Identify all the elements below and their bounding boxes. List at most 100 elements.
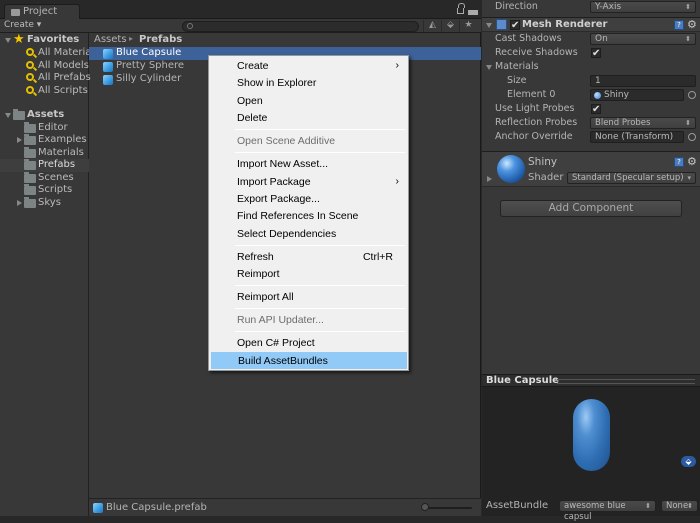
- expand-arrow-icon[interactable]: [17, 137, 22, 143]
- cast-shadows-dropdown[interactable]: On ⬍: [590, 33, 696, 45]
- chevron-down-icon: ▾: [687, 174, 691, 182]
- use-light-probes-checkbox[interactable]: ✔: [591, 104, 601, 115]
- capsule-preview-model[interactable]: [573, 399, 610, 471]
- mesh-renderer-header[interactable]: ✔ Mesh Renderer ? ⚙: [482, 17, 700, 32]
- assetbundle-label: AssetBundle: [486, 500, 549, 511]
- expand-arrow-icon[interactable]: [17, 200, 22, 206]
- dropdown-value: Y-Axis: [595, 2, 622, 12]
- menu-separator: [235, 245, 405, 246]
- menu-item-refresh[interactable]: Refresh Ctrl+R: [211, 249, 407, 266]
- menu-item-open-csharp-project[interactable]: Open C# Project: [211, 335, 407, 352]
- menu-label: Create: [237, 60, 269, 72]
- drag-grip[interactable]: [557, 379, 695, 384]
- preview-title: Blue Capsule: [486, 375, 559, 386]
- folder-icon: [24, 147, 36, 158]
- favorite-label: All Prefabs: [38, 72, 91, 83]
- foldout-arrow-icon[interactable]: [486, 65, 492, 70]
- preview-header[interactable]: Blue Capsule: [482, 374, 700, 387]
- expand-arrow-icon[interactable]: [5, 38, 11, 43]
- menu-item-find-references[interactable]: Find References In Scene: [211, 208, 407, 225]
- menu-item-reimport-all[interactable]: Reimport All: [211, 289, 407, 306]
- field-label: Materials: [495, 61, 539, 72]
- breadcrumb-assets[interactable]: Assets: [94, 34, 127, 45]
- menu-item-show-in-explorer[interactable]: Show in Explorer: [211, 75, 407, 92]
- menu-item-select-dependencies[interactable]: Select Dependencies: [211, 226, 407, 243]
- updown-icon: ⬍: [685, 119, 691, 127]
- foldout-arrow-icon[interactable]: [486, 23, 492, 28]
- tab-project[interactable]: Project: [4, 4, 80, 20]
- assetbundle-name-dropdown[interactable]: awesome blue capsul ⬍: [559, 500, 656, 522]
- reflection-probes-dropdown[interactable]: Blend Probes ⬍: [590, 117, 696, 129]
- component-enabled-checkbox[interactable]: ✔: [510, 20, 520, 31]
- field-label: Receive Shadows: [495, 47, 578, 58]
- favorite-item[interactable]: All Material: [0, 47, 94, 60]
- menu-item-open[interactable]: Open: [211, 93, 407, 110]
- folder-icon: [13, 109, 25, 120]
- help-icon[interactable]: ?: [674, 20, 684, 30]
- submenu-arrow-icon: ›: [395, 175, 400, 187]
- type-filter-icon: ◭: [429, 20, 436, 30]
- menu-item-delete[interactable]: Delete: [211, 110, 407, 127]
- materials-row[interactable]: Materials: [482, 60, 700, 74]
- search-icon: [187, 23, 193, 29]
- gear-icon[interactable]: ⚙: [687, 155, 697, 168]
- materials-size-input[interactable]: 1: [590, 75, 696, 87]
- help-icon[interactable]: ?: [674, 157, 684, 167]
- slider-handle[interactable]: [421, 503, 429, 511]
- panel-menu-icon[interactable]: [468, 10, 478, 15]
- menu-label: Export Package...: [237, 193, 320, 205]
- assets-header[interactable]: Assets: [0, 109, 89, 122]
- create-dropdown[interactable]: Create ▾: [4, 20, 41, 30]
- favorite-item[interactable]: All Prefabs: [0, 72, 91, 85]
- assetbundle-variant-dropdown[interactable]: None ⬍: [661, 500, 698, 512]
- breadcrumb: Assets ▸ Prefabs: [89, 33, 481, 46]
- search-input[interactable]: [182, 21, 419, 32]
- menu-item-create[interactable]: Create ›: [211, 58, 407, 75]
- folder-icon: [24, 159, 36, 170]
- add-component-button[interactable]: Add Component: [500, 200, 682, 217]
- expand-arrow-icon[interactable]: [5, 113, 11, 118]
- search-by-label-button[interactable]: ⬙: [441, 20, 459, 32]
- component-title: Mesh Renderer: [522, 19, 608, 30]
- folder-item-skys[interactable]: Skys: [0, 197, 89, 210]
- folder-item-scripts[interactable]: Scripts: [0, 184, 89, 197]
- anchor-override-object-field[interactable]: None (Transform): [590, 131, 684, 143]
- project-toolbar: Create ▾ ◭ ⬙ ★: [0, 19, 481, 33]
- element-0-object-field[interactable]: Shiny: [590, 89, 684, 101]
- search-icon: [26, 61, 34, 69]
- menu-label: Select Dependencies: [237, 228, 337, 240]
- breadcrumb-prefabs[interactable]: Prefabs: [139, 34, 182, 45]
- menu-label: Open C# Project: [237, 337, 315, 349]
- field-label: Element 0: [507, 89, 556, 100]
- direction-dropdown[interactable]: Y-Axis ⬍: [590, 1, 696, 13]
- menu-item-reimport[interactable]: Reimport: [211, 266, 407, 283]
- object-picker-icon[interactable]: [688, 91, 696, 99]
- favorites-header[interactable]: ★ Favorites: [0, 32, 89, 47]
- reflection-probes-row: Reflection Probes Blend Probes ⬍: [482, 116, 700, 130]
- shader-dropdown[interactable]: Standard (Specular setup) ▾: [567, 172, 696, 184]
- receive-shadows-checkbox[interactable]: ✔: [591, 48, 601, 59]
- search-by-type-button[interactable]: ◭: [423, 20, 441, 32]
- menu-item-export-package[interactable]: Export Package...: [211, 191, 407, 208]
- gear-icon[interactable]: ⚙: [687, 18, 697, 31]
- field-label: Reflection Probes: [495, 117, 578, 128]
- label-tag-icon[interactable]: ⬙: [681, 456, 696, 467]
- lock-icon[interactable]: [457, 3, 465, 14]
- folder-label: Editor: [38, 122, 68, 133]
- asset-preview[interactable]: ⬙ AssetBundle awesome blue capsul ⬍ None ⬍: [482, 387, 700, 522]
- folder-label: Prefabs: [38, 159, 76, 170]
- save-search-button[interactable]: ★: [459, 20, 477, 32]
- menu-item-import-new-asset[interactable]: Import New Asset...: [211, 156, 407, 173]
- menu-label: Run API Updater...: [237, 314, 324, 326]
- menu-item-build-assetbundles[interactable]: Build AssetBundles: [211, 352, 407, 369]
- material-header[interactable]: Shiny Shader Standard (Specular setup) ▾ …: [482, 151, 700, 187]
- object-picker-icon[interactable]: [688, 133, 696, 141]
- dropdown-value: Standard (Specular setup): [572, 173, 684, 183]
- menu-item-import-package[interactable]: Import Package ›: [211, 174, 407, 191]
- tab-label: Project: [23, 6, 58, 17]
- foldout-arrow-icon[interactable]: [487, 176, 492, 182]
- folder-item-examples[interactable]: Examples: [0, 134, 89, 147]
- favorite-item[interactable]: All Scripts: [0, 85, 89, 98]
- icon-size-slider[interactable]: [422, 507, 472, 509]
- folder-item-prefabs[interactable]: Prefabs: [0, 159, 89, 172]
